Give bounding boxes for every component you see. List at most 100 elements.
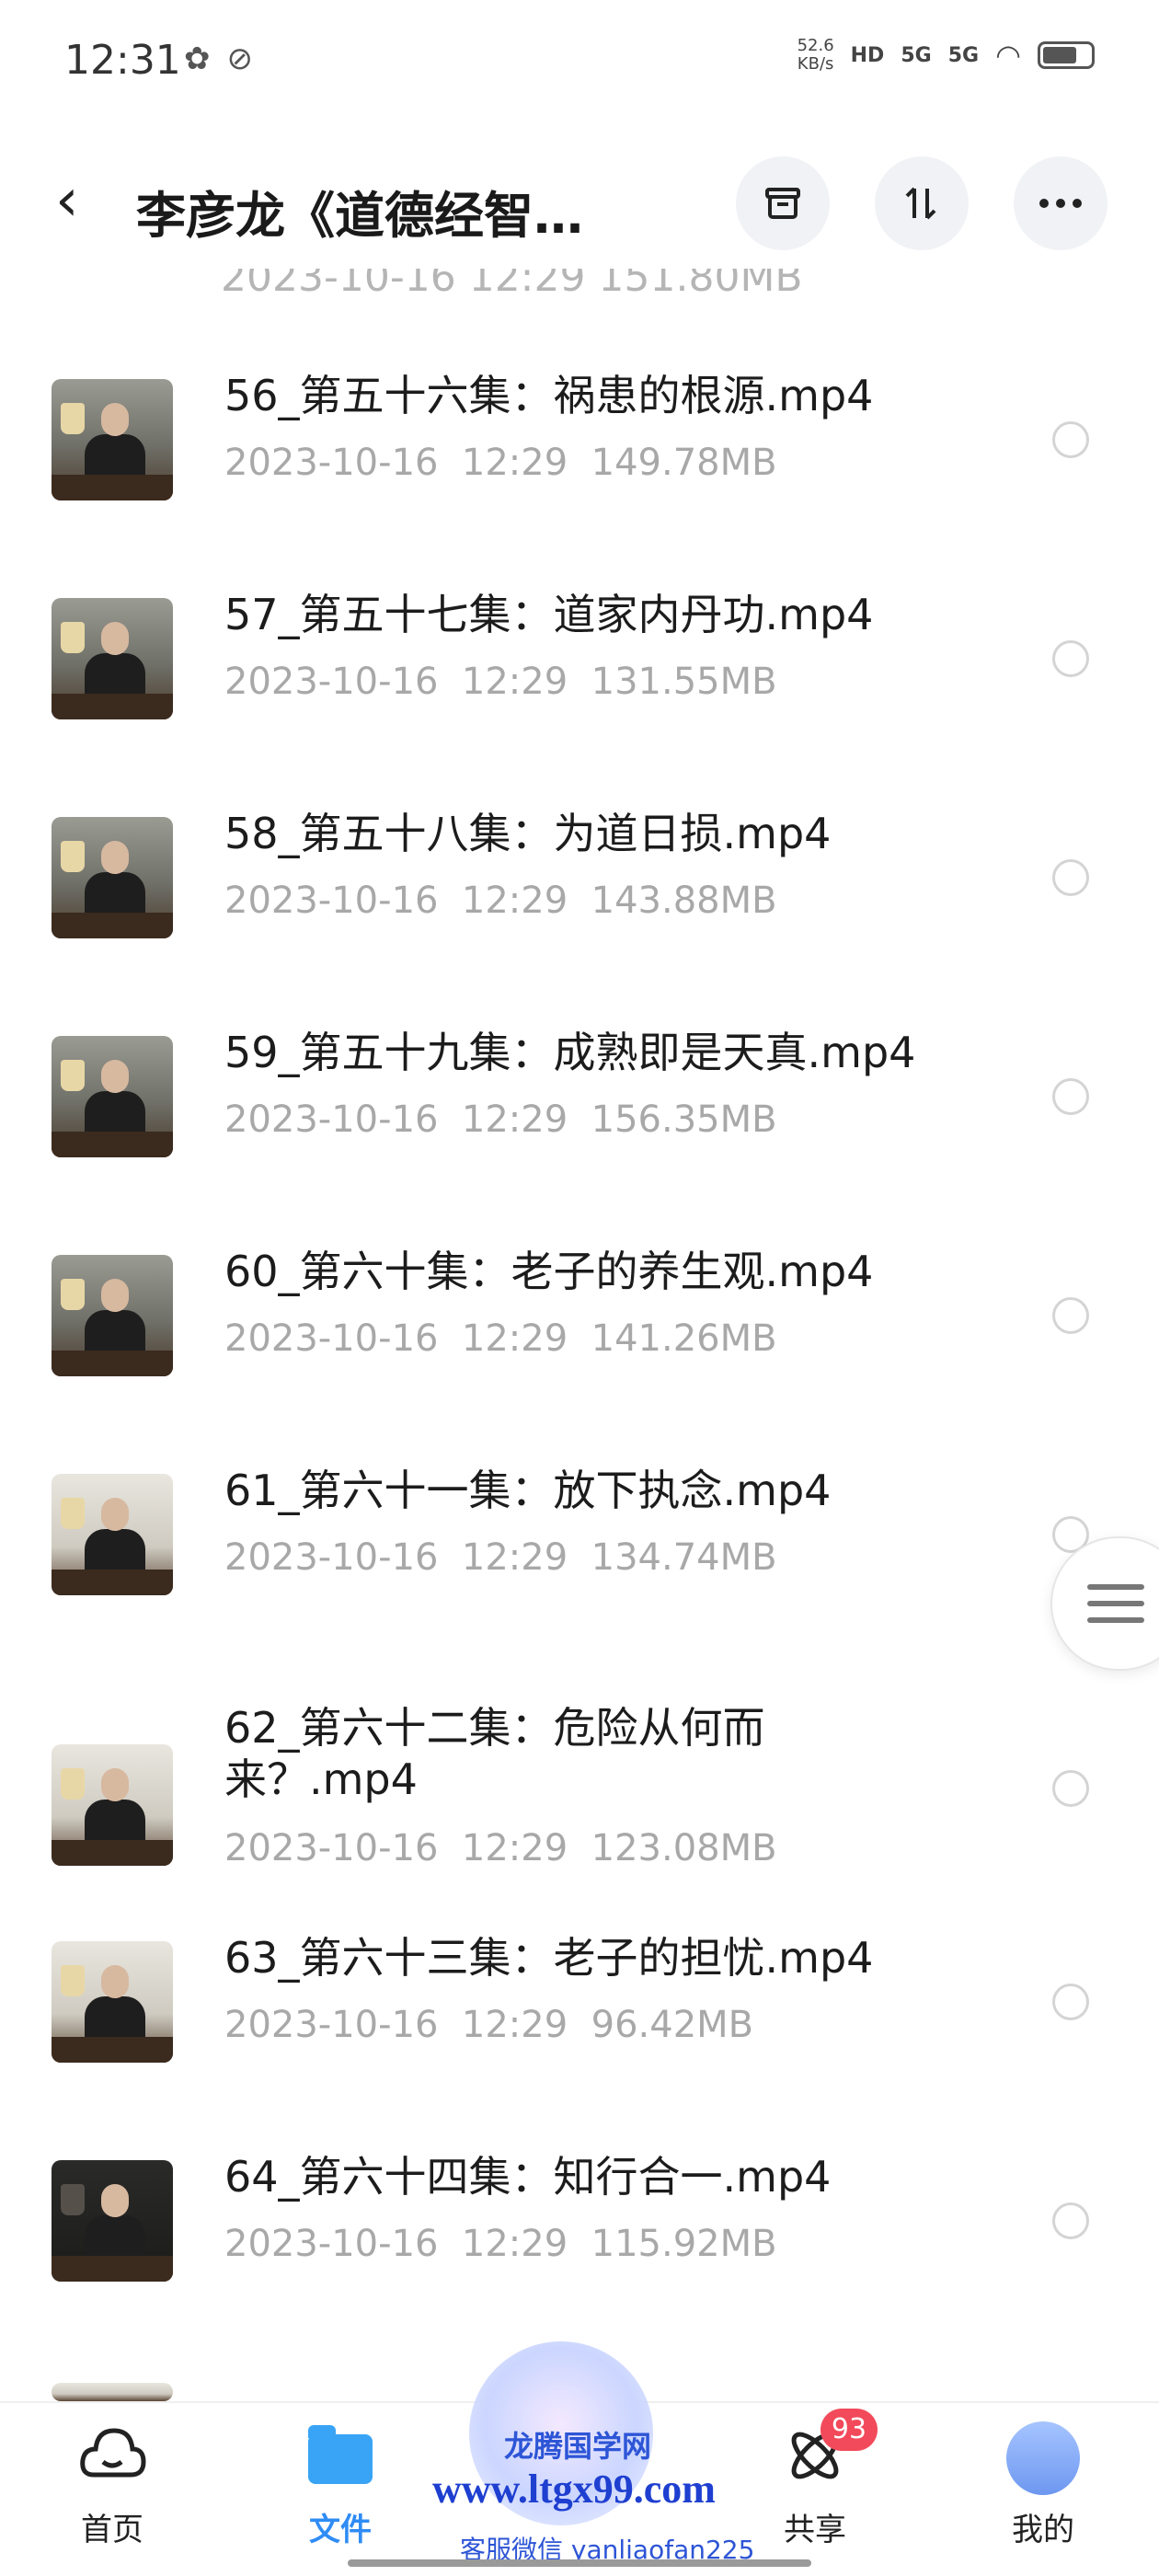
file-size: 141.26MB xyxy=(591,1317,777,1360)
file-row[interactable]: 64_第六十四集：知行合一.mp4 2023-10-16 12:29 115.92… xyxy=(0,2152,1159,2363)
nav-mine[interactable]: 我的 xyxy=(970,2421,1117,2549)
signal-5g-icon-2: 5G xyxy=(947,43,980,67)
sort-icon xyxy=(905,187,936,220)
video-thumbnail xyxy=(52,817,173,938)
file-date: 2023-10-16 xyxy=(224,661,439,703)
video-thumbnail xyxy=(52,1744,173,1866)
watermark-line-1: 龙腾国学网 xyxy=(504,2429,652,2464)
file-date: 2023-10-16 xyxy=(224,1536,439,1579)
file-name: 57_第五十七集：道家内丹功.mp4 xyxy=(224,590,874,639)
file-size: 123.08MB xyxy=(591,1827,777,1869)
folder-icon xyxy=(308,2425,373,2484)
nav-files[interactable]: 文件 xyxy=(267,2421,414,2549)
video-thumbnail xyxy=(52,1474,173,1595)
file-date: 2023-10-16 xyxy=(224,1098,439,1141)
file-row[interactable]: 58_第五十八集：为道日损.mp4 2023-10-16 12:29 143.88… xyxy=(0,809,1159,1019)
nav-share[interactable]: 93 共享 xyxy=(741,2409,889,2549)
file-meta: 2023-10-16 12:29 96.42MB xyxy=(224,2004,753,2046)
more-options-button[interactable] xyxy=(1014,156,1107,250)
file-time: 12:29 xyxy=(461,2004,568,2046)
file-row[interactable]: 56_第五十六集：祸患的根源.mp4 2023-10-16 12:29 149.7… xyxy=(0,371,1159,581)
wifi-icon: ◠ xyxy=(995,38,1021,73)
select-radio[interactable] xyxy=(1052,1078,1089,1115)
file-meta: 2023-10-16 12:29 149.78MB xyxy=(224,442,777,484)
file-meta: 2023-10-16 12:29 156.35MB xyxy=(224,1098,777,1141)
file-time: 12:29 xyxy=(461,880,568,922)
leaf-icon: ⊘ xyxy=(226,40,254,77)
file-meta: 2023-10-16 12:29 123.08MB xyxy=(224,1827,777,1869)
video-thumbnail xyxy=(52,1036,173,1157)
nav-home[interactable]: 首页 xyxy=(39,2421,186,2549)
file-size: 156.35MB xyxy=(591,1098,777,1141)
file-row[interactable]: 62_第六十二集：危险从何而来？.mp4 2023-10-16 12:29 123… xyxy=(0,1703,1159,1932)
file-meta: 2023-10-16 12:29 141.26MB xyxy=(224,1317,777,1360)
home-indicator xyxy=(348,2559,811,2567)
file-size: 115.92MB xyxy=(591,2223,777,2265)
file-size: 134.74MB xyxy=(591,1536,777,1579)
file-time: 12:29 xyxy=(461,1536,568,1579)
file-date: 2023-10-16 xyxy=(224,1827,439,1869)
next-row-thumbnail-partial xyxy=(52,2383,173,2401)
file-time: 12:29 xyxy=(461,2223,568,2265)
status-left-icons: ✿ ⊘ xyxy=(184,40,253,77)
status-time: 12:31 xyxy=(64,37,181,84)
video-thumbnail xyxy=(52,2160,173,2282)
file-row[interactable]: 61_第六十一集：放下执念.mp4 2023-10-16 12:29 134.74… xyxy=(0,1466,1159,1676)
share-badge: 93 xyxy=(820,2409,878,2451)
battery-icon xyxy=(1038,41,1095,69)
file-meta: 2023-10-16 12:29 131.55MB xyxy=(224,661,777,703)
watermark-line-2: www.ltgx99.com xyxy=(432,2467,716,2512)
file-size: 143.88MB xyxy=(591,880,777,922)
folder-title: 李彦龙《道德经智… xyxy=(136,187,583,245)
file-time: 12:29 xyxy=(461,442,568,484)
avatar-icon xyxy=(1006,2421,1080,2495)
select-radio[interactable] xyxy=(1052,859,1089,896)
file-time: 12:29 xyxy=(461,1317,568,1360)
select-radio[interactable] xyxy=(1052,640,1089,677)
status-bar: 12:31 ✿ ⊘ 52.6 KB/s HD 5G 5G ◠ xyxy=(0,0,1159,120)
status-right: 52.6 KB/s HD 5G 5G ◠ xyxy=(798,37,1095,74)
select-radio[interactable] xyxy=(1052,1297,1089,1334)
archive-icon xyxy=(765,188,800,219)
file-date: 2023-10-16 xyxy=(224,442,439,484)
video-thumbnail xyxy=(52,1255,173,1376)
menu-lines-icon xyxy=(1087,1584,1144,1634)
top-app-bar: ‹ 李彦龙《道德经智… xyxy=(0,147,1159,267)
video-thumbnail xyxy=(52,1941,173,2063)
file-row[interactable]: 59_第五十九集：成熟即是天真.mp4 2023-10-16 12:29 156.… xyxy=(0,1028,1159,1238)
file-row[interactable]: 60_第六十集：老子的养生观.mp4 2023-10-16 12:29 141.2… xyxy=(0,1247,1159,1457)
file-date: 2023-10-16 xyxy=(224,880,439,922)
file-date: 2023-10-16 xyxy=(224,1317,439,1360)
file-name: 63_第六十三集：老子的担忧.mp4 xyxy=(224,1933,874,1983)
select-radio[interactable] xyxy=(1052,421,1089,458)
video-thumbnail xyxy=(52,379,173,500)
file-time: 12:29 xyxy=(461,661,568,703)
net-speed: 52.6 KB/s xyxy=(797,36,834,74)
sort-button[interactable] xyxy=(875,156,969,250)
file-size: 96.42MB xyxy=(591,2004,754,2046)
file-name: 61_第六十一集：放下执念.mp4 xyxy=(224,1466,832,1515)
file-row[interactable]: 57_第五十七集：道家内丹功.mp4 2023-10-16 12:29 131.5… xyxy=(0,590,1159,800)
file-name: 58_第五十八集：为道日损.mp4 xyxy=(224,809,832,858)
file-name: 64_第六十四集：知行合一.mp4 xyxy=(224,2152,832,2202)
file-size: 131.55MB xyxy=(591,661,777,703)
select-radio[interactable] xyxy=(1052,2202,1089,2239)
cloud-icon xyxy=(39,2421,186,2495)
wechat-icon: ✿ xyxy=(184,40,211,77)
select-radio[interactable] xyxy=(1052,1984,1089,2020)
signal-5g-icon: 5G xyxy=(901,43,932,67)
file-meta: 2023-10-16 12:29 143.88MB xyxy=(224,880,777,922)
file-name: 60_第六十集：老子的养生观.mp4 xyxy=(224,1247,874,1296)
hd-icon: HD xyxy=(850,43,885,67)
video-thumbnail xyxy=(52,598,173,719)
previous-row-meta-partial: 2023-10-16 12:29 151.80MB xyxy=(221,269,803,293)
archive-button[interactable] xyxy=(736,156,830,250)
back-arrow-icon[interactable]: ‹ xyxy=(55,171,110,230)
file-size: 149.78MB xyxy=(591,442,777,484)
file-meta: 2023-10-16 12:29 115.92MB xyxy=(224,2223,777,2265)
file-name: 56_第五十六集：祸患的根源.mp4 xyxy=(224,371,874,420)
select-radio[interactable] xyxy=(1052,1770,1089,1807)
file-meta: 2023-10-16 12:29 134.74MB xyxy=(224,1536,777,1579)
file-row[interactable]: 63_第六十三集：老子的担忧.mp4 2023-10-16 12:29 96.42… xyxy=(0,1933,1159,2144)
file-date: 2023-10-16 xyxy=(224,2223,439,2265)
